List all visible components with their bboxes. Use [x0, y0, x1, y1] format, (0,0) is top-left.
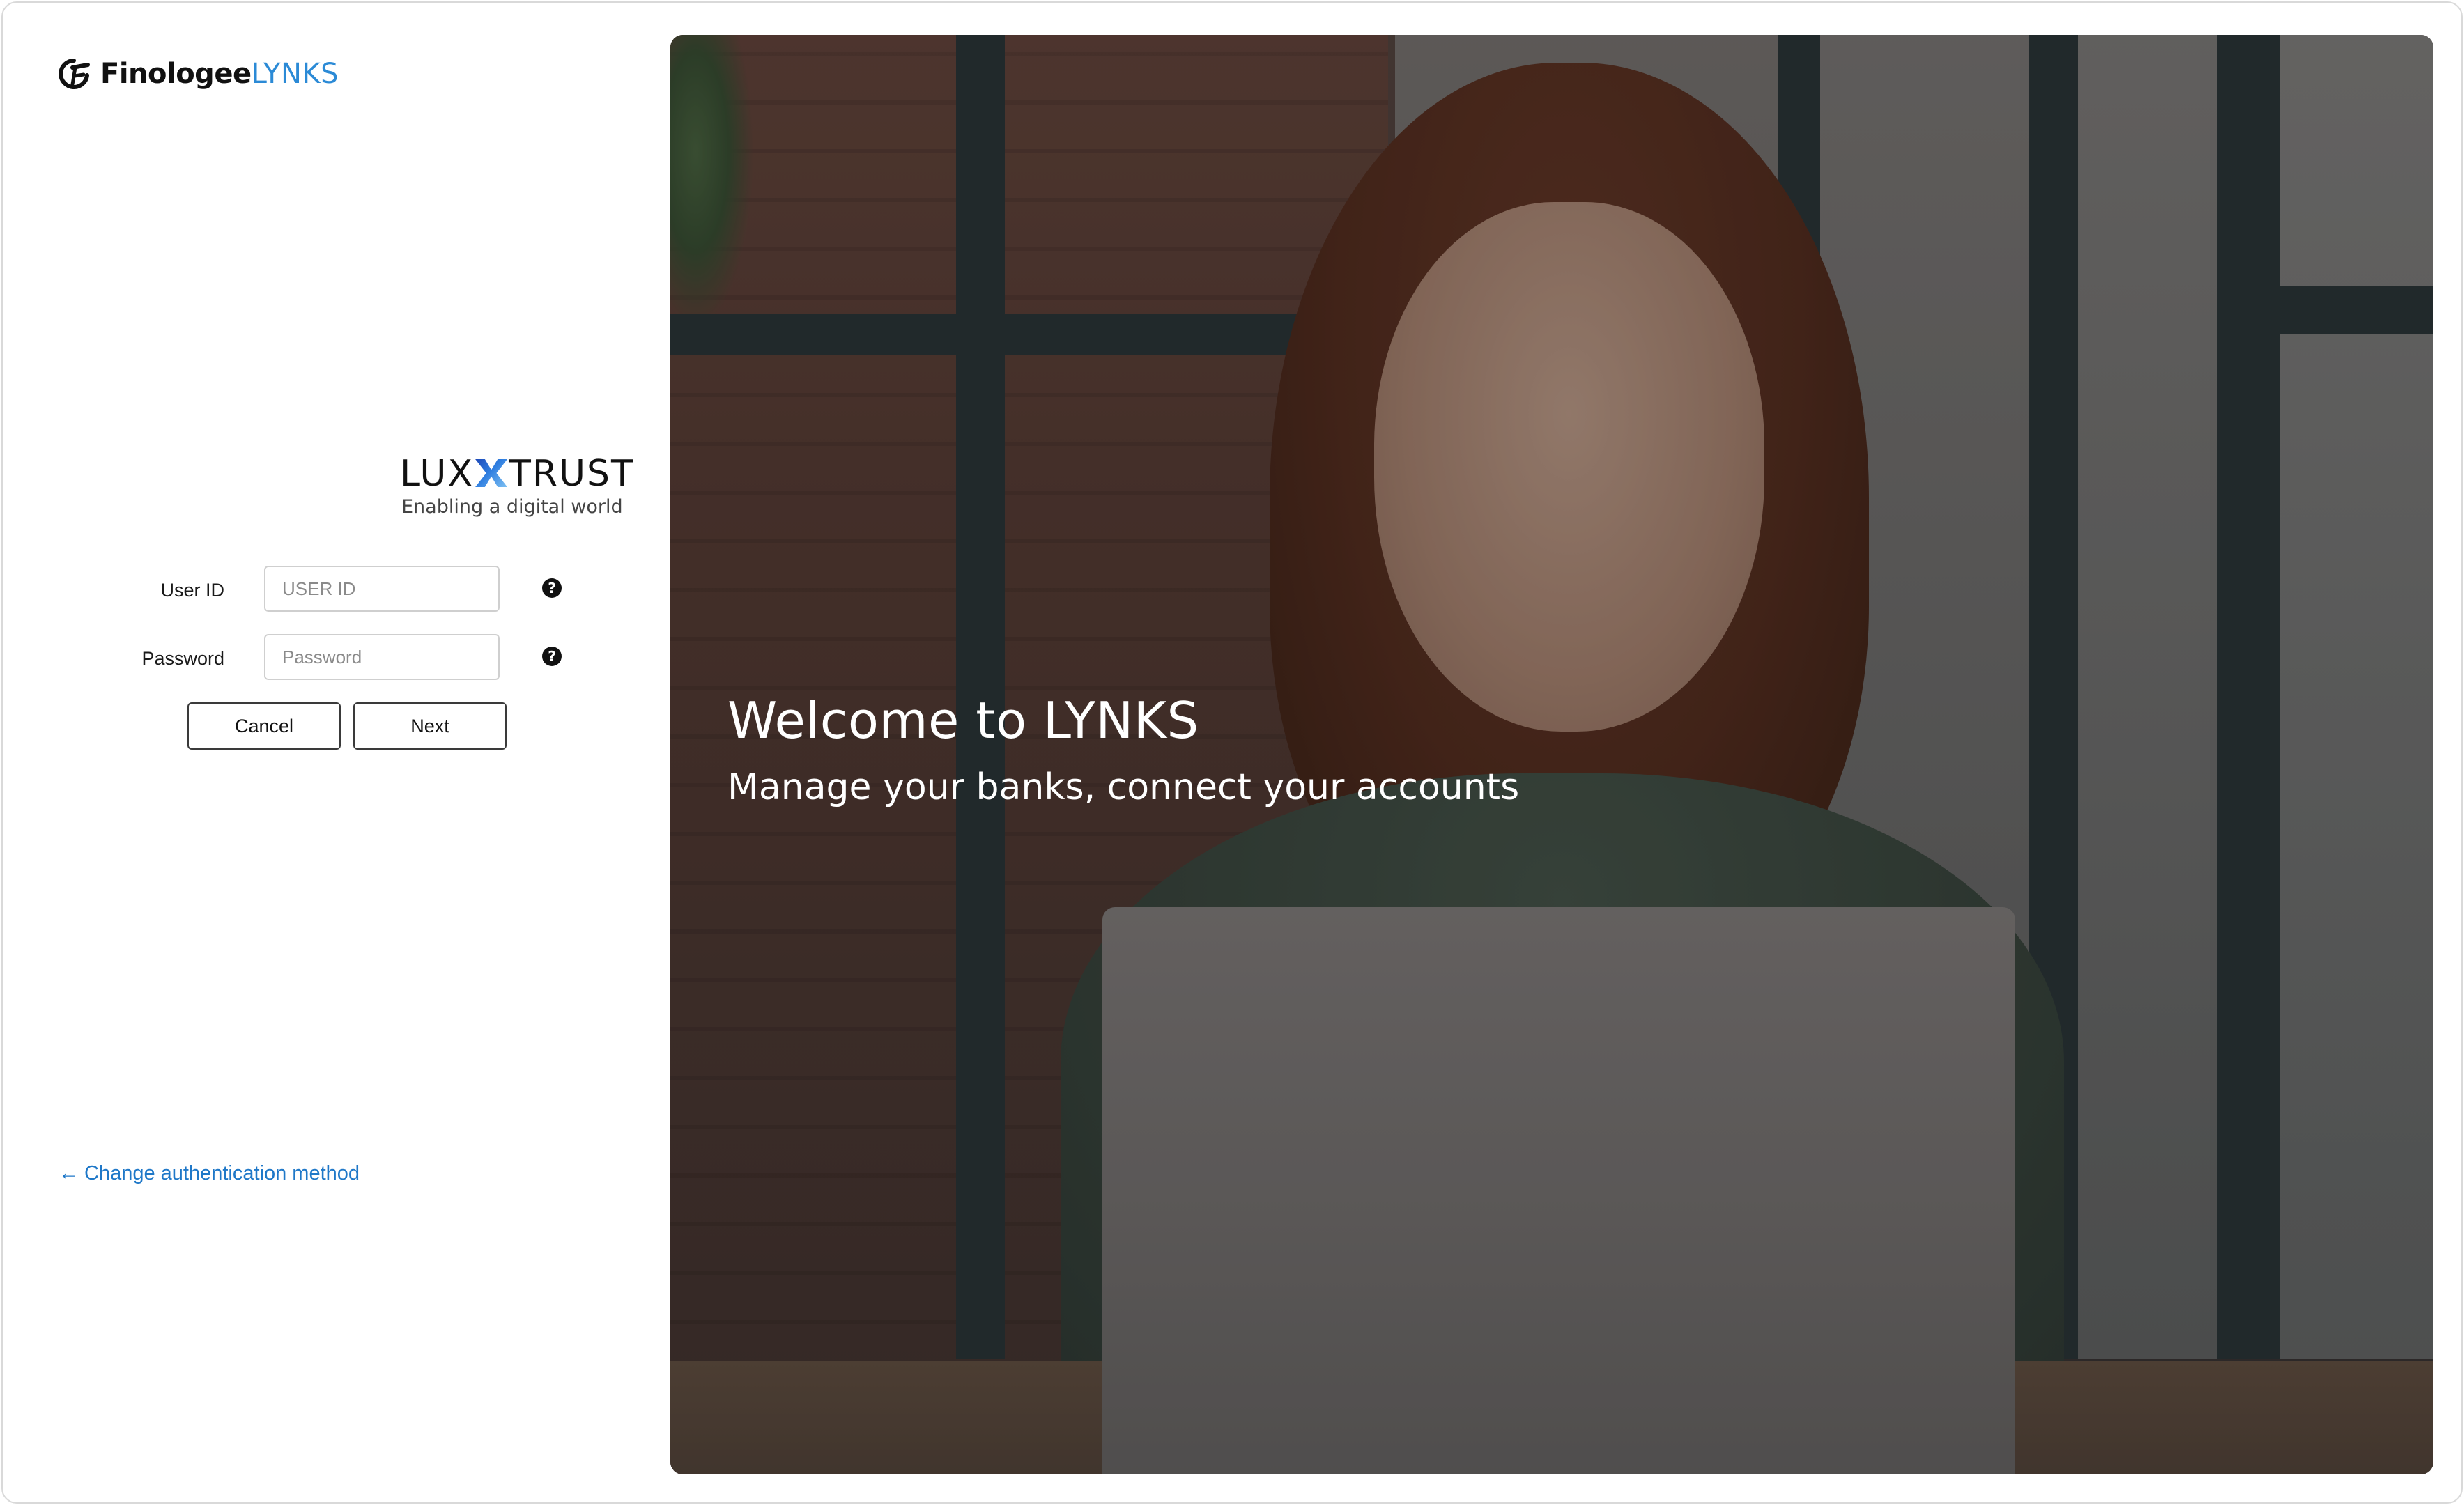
- luxtrust-x-mark-icon: [475, 459, 508, 487]
- hero-title: Welcome to LYNKS: [727, 691, 1199, 750]
- luxtrust-wordmark: LUX TRUST: [400, 453, 635, 495]
- password-help-icon[interactable]: ?: [542, 647, 562, 666]
- brand-logo[interactable]: Finologee LYNKS: [57, 53, 339, 95]
- next-button[interactable]: Next: [353, 702, 507, 750]
- password-input[interactable]: [264, 634, 500, 680]
- luxtrust-tagline: Enabling a digital world: [401, 496, 623, 518]
- luxtrust-word-left: LUX: [400, 453, 475, 495]
- cancel-button[interactable]: Cancel: [187, 702, 341, 750]
- change-authentication-label: Change authentication method: [84, 1162, 360, 1184]
- password-label: Password: [141, 648, 224, 669]
- brand-name: Finologee: [100, 58, 252, 90]
- user-id-help-icon[interactable]: ?: [542, 578, 562, 598]
- app-window: Finologee LYNKS LUX TRUST Enabling a digi…: [1, 1, 2463, 1504]
- arrow-left-icon: ←: [59, 1162, 79, 1184]
- user-id-label: User ID: [160, 580, 224, 601]
- brand-suffix: LYNKS: [251, 58, 339, 90]
- hero-panel: Welcome to LYNKS Manage your banks, conn…: [670, 35, 2433, 1474]
- user-id-row: User ID ?: [3, 566, 616, 615]
- password-row: Password ?: [3, 634, 616, 683]
- luxtrust-word-right: TRUST: [509, 453, 635, 495]
- user-id-input[interactable]: [264, 566, 500, 612]
- finologee-logo-icon: [59, 59, 90, 89]
- hero-subtitle: Manage your banks, connect your accounts: [727, 766, 1520, 808]
- hero-overlay: [670, 35, 2433, 1474]
- luxtrust-logo: LUX TRUST Enabling a digital world: [400, 453, 633, 523]
- change-authentication-link[interactable]: ← Change authentication method: [59, 1162, 360, 1185]
